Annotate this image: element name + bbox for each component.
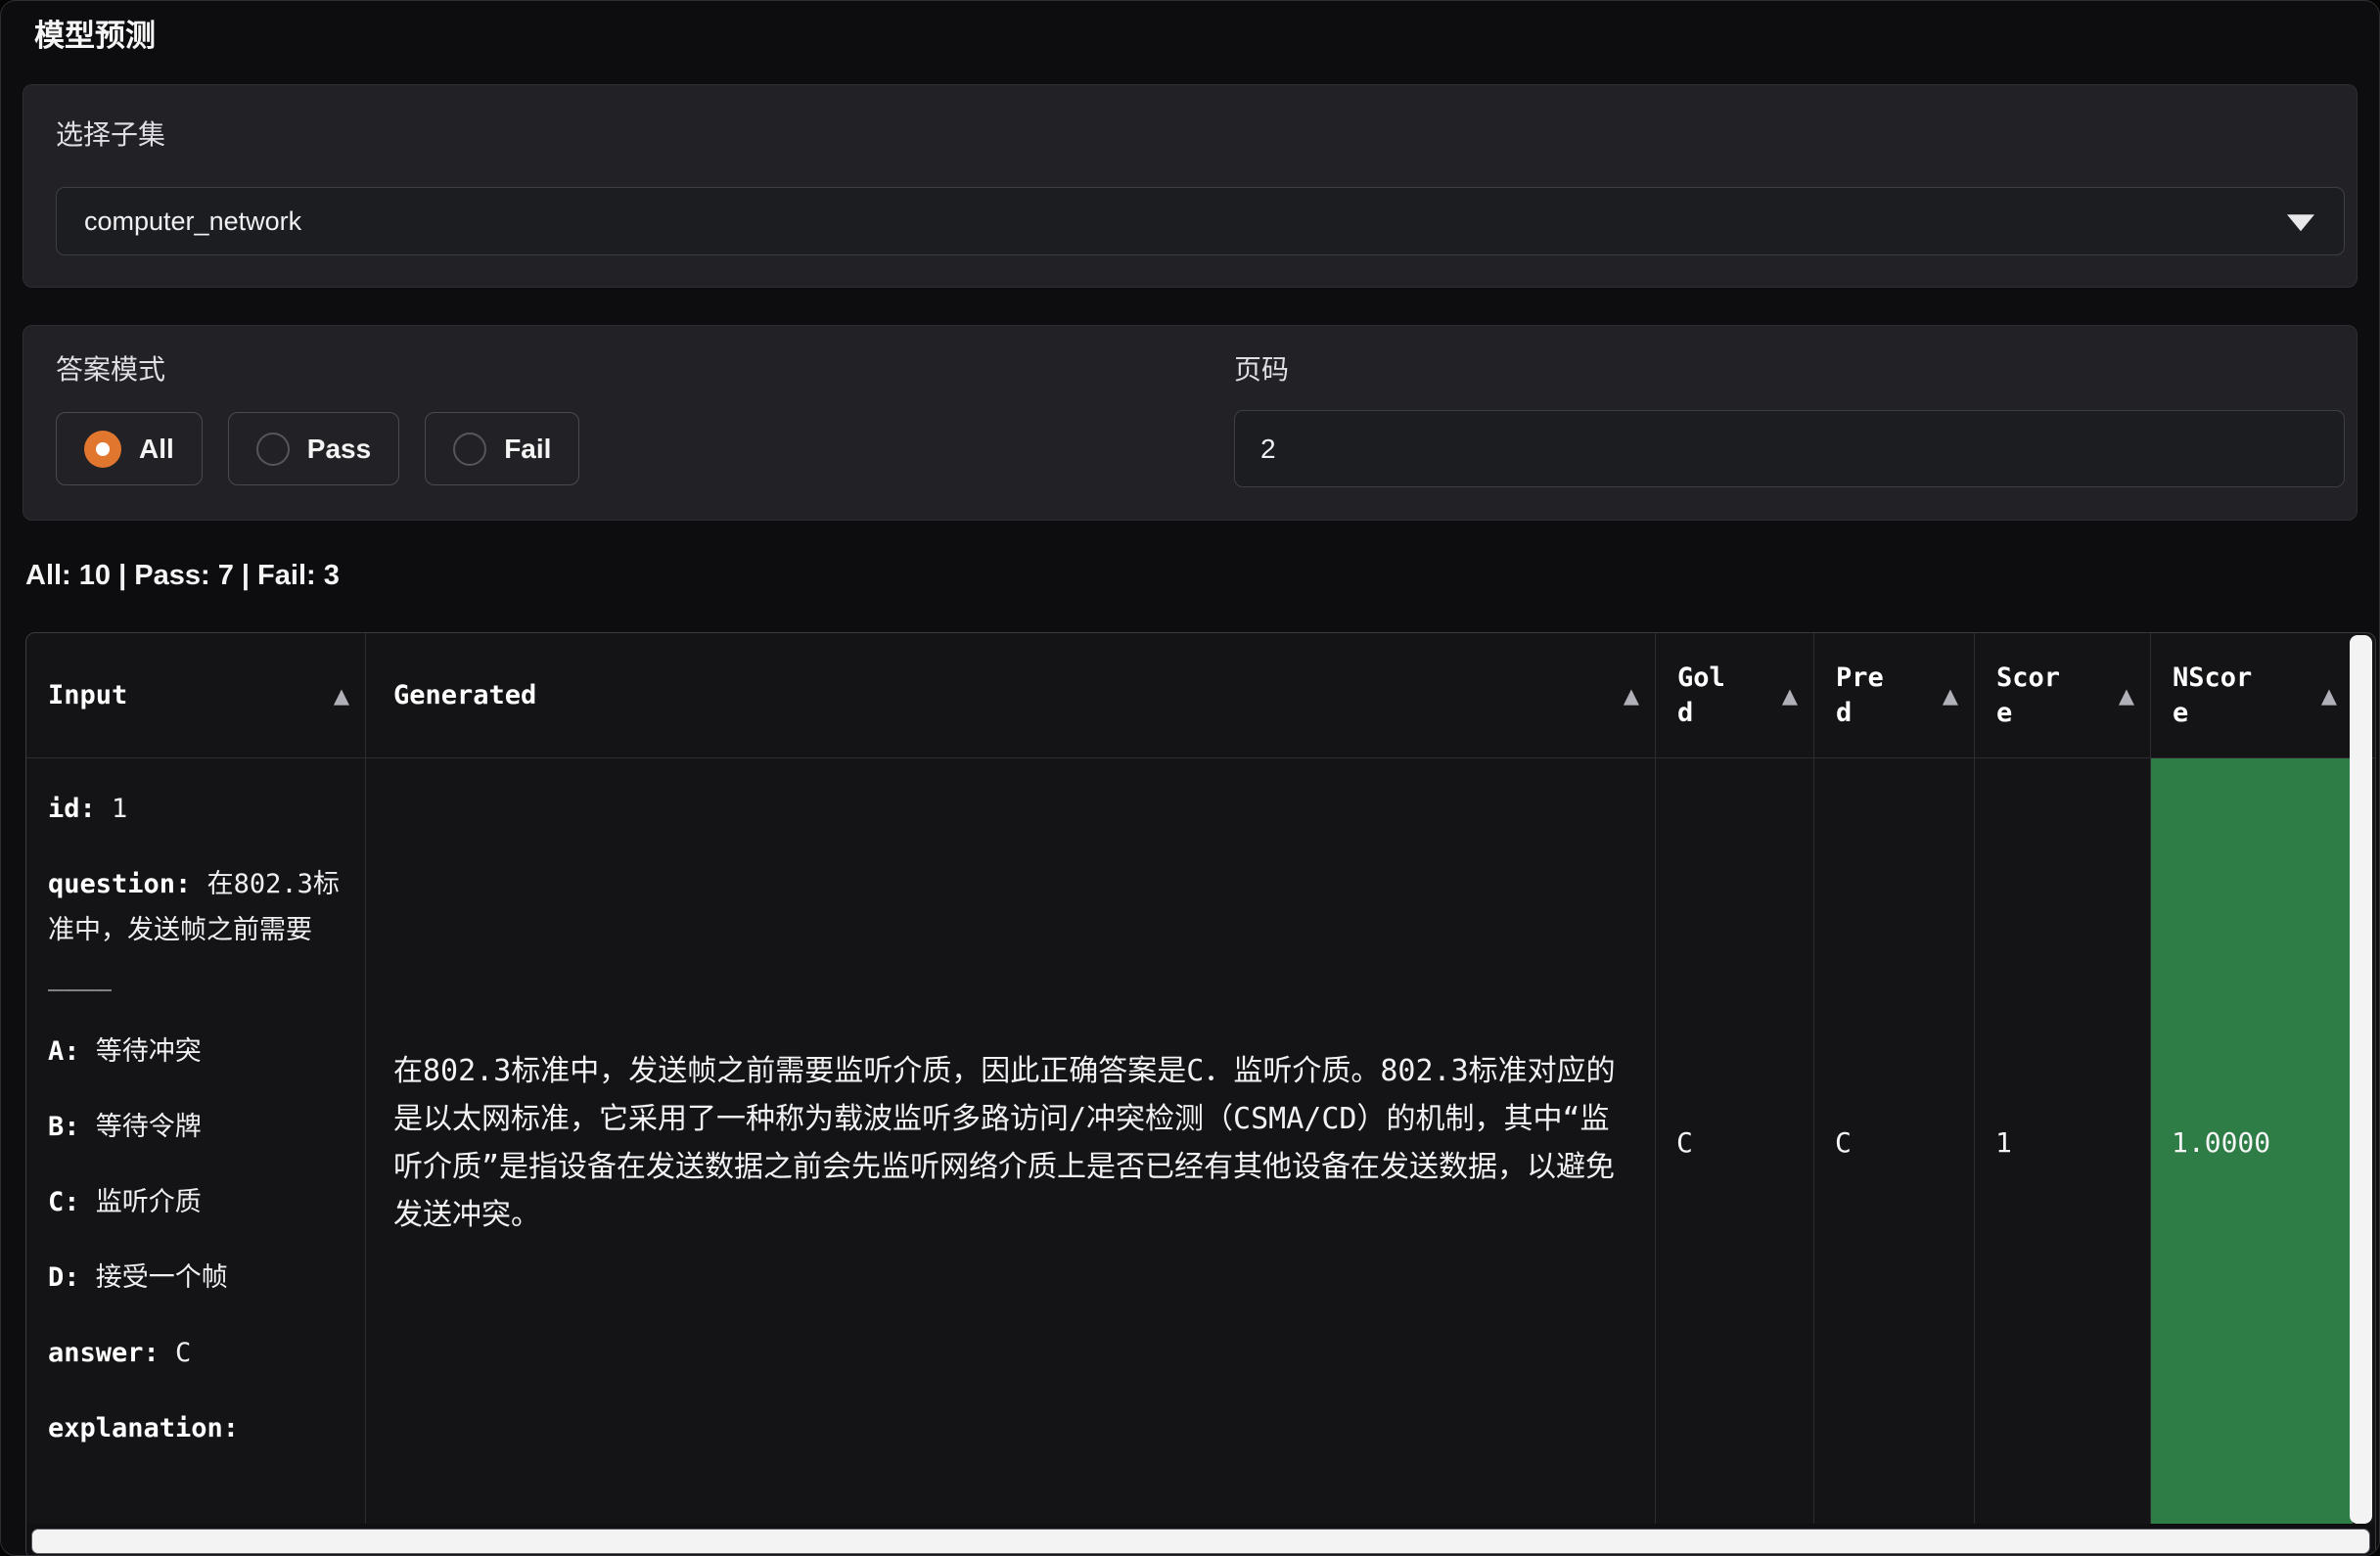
subset-dropdown[interactable]: computer_network <box>56 187 2345 255</box>
sort-asc-icon: ▲ <box>1624 684 1639 708</box>
sort-asc-icon: ▲ <box>1782 684 1798 708</box>
radio-icon <box>256 433 290 466</box>
cell-gold[interactable]: C <box>1656 758 1814 1527</box>
radio-option-label: All <box>139 434 174 465</box>
stats-summary: All: 10 | Pass: 7 | Fail: 3 <box>25 560 2379 592</box>
answer-mode-options: All Pass Fail <box>56 412 1234 485</box>
column-header-gold[interactable]: Gold ▲ <box>1656 633 1814 757</box>
column-header-score[interactable]: Score ▲ <box>1975 633 2151 757</box>
radio-option-all[interactable]: All <box>56 412 203 485</box>
sort-asc-icon: ▲ <box>334 684 349 708</box>
subset-label: 选择子集 <box>56 118 2345 152</box>
radio-option-label: Fail <box>504 434 551 465</box>
page-number-label: 页码 <box>1234 353 2345 387</box>
radio-icon <box>84 431 121 468</box>
radio-option-fail[interactable]: Fail <box>425 412 579 485</box>
page-number-input[interactable] <box>1234 410 2345 487</box>
results-table: Input ▲ Generated ▲ Gold ▲ Pred ▲ Score … <box>25 632 2376 1556</box>
radio-option-pass[interactable]: Pass <box>228 412 399 485</box>
cell-generated[interactable]: 在802.3标准中，发送帧之前需要监听介质，因此正确答案是C．监听介质。802.… <box>366 758 1656 1527</box>
subset-panel: 选择子集 computer_network <box>23 84 2357 288</box>
cell-input[interactable]: id: 1question: 在802.3标准中，发送帧之前需要____A: 等… <box>26 758 366 1527</box>
column-header-generated[interactable]: Generated ▲ <box>366 633 1656 757</box>
page-title: 模型预测 <box>34 11 2379 55</box>
cell-nscore[interactable]: 1.0000 <box>2151 758 2353 1527</box>
horizontal-scroll-track <box>26 1524 2375 1556</box>
radio-icon <box>453 433 486 466</box>
column-header-nscore[interactable]: NScore ▲ <box>2151 633 2353 757</box>
sort-asc-icon: ▲ <box>2321 684 2337 708</box>
cell-pred[interactable]: C <box>1814 758 1975 1527</box>
sort-asc-icon: ▲ <box>2119 684 2134 708</box>
column-header-input[interactable]: Input ▲ <box>26 633 366 757</box>
app-page: 模型预测 选择子集 computer_network 答案模式 All Pass <box>0 0 2380 1556</box>
cell-score[interactable]: 1 <box>1975 758 2151 1527</box>
answer-mode-label: 答案模式 <box>56 353 1234 387</box>
filters-panel: 答案模式 All Pass Fail 页码 <box>23 325 2357 521</box>
table-header-row: Input ▲ Generated ▲ Gold ▲ Pred ▲ Score … <box>26 633 2375 757</box>
radio-option-label: Pass <box>307 434 371 465</box>
subset-dropdown-value: computer_network <box>84 206 301 237</box>
input-cell-content: id: 1question: 在802.3标准中，发送帧之前需要____A: 等… <box>48 786 347 1451</box>
page-number-group: 页码 <box>1234 353 2345 520</box>
sort-asc-icon: ▲ <box>1943 684 1958 708</box>
answer-mode-group: 答案模式 All Pass Fail <box>56 353 1234 520</box>
table-body: id: 1question: 在802.3标准中，发送帧之前需要____A: 等… <box>26 757 2375 1527</box>
vertical-scrollbar[interactable] <box>2350 635 2372 1524</box>
chevron-down-icon <box>2287 214 2314 231</box>
column-header-pred[interactable]: Pred ▲ <box>1814 633 1975 757</box>
horizontal-scrollbar[interactable] <box>31 1529 2370 1554</box>
